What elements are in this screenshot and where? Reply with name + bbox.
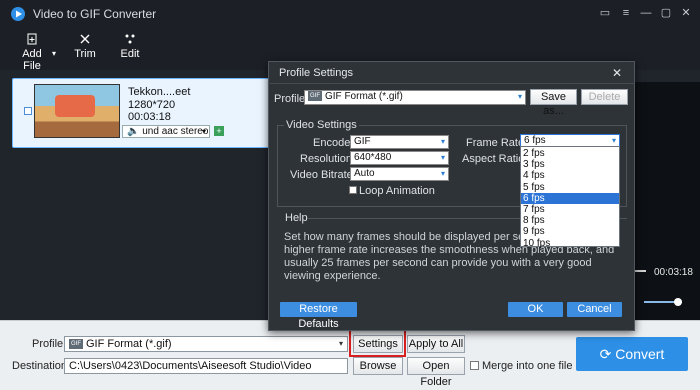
merge-label: Merge into one file [482, 360, 573, 372]
add-file-dropdown-icon[interactable]: ▾ [52, 49, 56, 58]
video-thumbnail[interactable] [34, 84, 120, 138]
edit-label: Edit [120, 48, 140, 60]
fps-option[interactable]: 2 fps [521, 148, 619, 159]
app-logo-icon [11, 7, 25, 21]
encoder-value: GIF [354, 136, 371, 147]
chevron-down-icon: ▾ [440, 169, 445, 178]
dialog-title: Profile Settings [279, 67, 353, 79]
add-file-button[interactable]: Add File [16, 33, 48, 72]
audio-track-value: und aac stereo [142, 126, 209, 137]
fps-option[interactable]: 3 fps [521, 159, 619, 170]
audio-track-select[interactable]: 🔈 und aac stereo ▾ [122, 125, 210, 138]
gif-format-icon: GIF [69, 339, 83, 350]
edit-button[interactable]: Edit [120, 33, 140, 60]
chevron-down-icon: ▾ [440, 137, 445, 146]
browse-button[interactable]: Browse [353, 357, 403, 375]
app-title: Video to GIF Converter [33, 7, 157, 21]
add-audio-button[interactable]: + [214, 126, 224, 136]
cancel-button[interactable]: Cancel [567, 302, 622, 317]
file-duration: 00:03:18 [128, 111, 171, 123]
destination-label: Destination: [12, 360, 71, 372]
speaker-icon: 🔈 [127, 126, 143, 137]
chevron-down-icon: ▾ [201, 127, 206, 136]
file-name: Tekkon....eet [128, 86, 191, 98]
add-file-label: Add File [22, 48, 42, 72]
close-button[interactable]: ✕ [678, 6, 694, 20]
fps-option[interactable]: 10 fps [521, 238, 619, 249]
fps-option[interactable]: 9 fps [521, 226, 619, 237]
save-as-button[interactable]: Save as... [530, 89, 577, 117]
file-checkbox[interactable] [24, 107, 32, 115]
dialog-divider [268, 83, 635, 84]
profile-label: Profile: [32, 338, 67, 350]
add-file-icon [27, 33, 37, 45]
resolution-value: 640*480 [354, 152, 392, 163]
fps-option[interactable]: 8 fps [521, 215, 619, 226]
volume-knob[interactable] [674, 298, 682, 306]
dialog-close-icon[interactable]: ✕ [612, 66, 622, 80]
fps-option[interactable]: 7 fps [521, 204, 619, 215]
restore-defaults-button[interactable]: Restore Defaults [280, 302, 357, 330]
frame-rate-value: 6 fps [524, 135, 546, 146]
chevron-down-icon: ▾ [517, 92, 522, 101]
apply-to-all-button[interactable]: Apply to All [407, 335, 465, 353]
video-settings-heading: Video Settings [284, 119, 359, 131]
video-bitrate-select[interactable]: Auto ▾ [350, 167, 449, 181]
profile-select[interactable]: GIF GIF Format (*.gif) ▾ [64, 336, 348, 352]
convert-icon: ⟳ [599, 346, 616, 362]
ok-button[interactable]: OK [508, 302, 563, 317]
loop-animation-checkbox[interactable] [349, 186, 357, 194]
dialog-profile-select[interactable]: GIF GIF Format (*.gif) ▾ [304, 90, 526, 105]
open-folder-button[interactable]: Open Folder [407, 357, 465, 388]
help-heading: Help [285, 212, 308, 224]
chevron-down-icon: ▾ [440, 153, 445, 162]
trim-button[interactable]: Trim [74, 33, 96, 60]
trim-label: Trim [74, 48, 96, 60]
convert-label: Convert [615, 346, 665, 362]
settings-highlight [349, 328, 406, 357]
minimize-button[interactable]: — [638, 6, 654, 20]
frame-rate-label: Frame Rate: [466, 137, 528, 149]
destination-field[interactable]: C:\Users\0423\Documents\Aiseesoft Studio… [64, 358, 348, 374]
fps-option[interactable]: 6 fps [521, 192, 619, 204]
loop-animation-label: Loop Animation [359, 185, 435, 197]
preview-panel [630, 82, 700, 320]
resolution-select[interactable]: 640*480 ▾ [350, 151, 449, 165]
delete-button[interactable]: Delete [581, 89, 628, 105]
merge-checkbox[interactable] [470, 361, 479, 370]
profile-value: GIF Format (*.gif) [86, 338, 172, 350]
gif-format-icon: GIF [308, 91, 322, 102]
frame-rate-dropdown: 2 fps 3 fps 4 fps 5 fps 6 fps 7 fps 8 fps 9 fps… [520, 146, 620, 249]
edit-icon [125, 34, 135, 44]
chevron-down-icon: ▾ [338, 339, 343, 348]
feedback-icon[interactable]: ▭ [597, 6, 613, 20]
video-bitrate-value: Auto [354, 168, 375, 179]
maximize-button[interactable]: ▢ [658, 6, 674, 20]
fps-option[interactable]: 5 fps [521, 182, 619, 193]
aspect-ratio-label: Aspect Ratio: [462, 153, 528, 165]
encoder-select[interactable]: GIF ▾ [350, 135, 449, 149]
menu-icon[interactable]: ≡ [618, 6, 634, 20]
scissors-icon [80, 34, 90, 44]
file-resolution: 1280*720 [128, 99, 176, 111]
fps-option[interactable]: 4 fps [521, 170, 619, 181]
resolution-label: Resolution: [300, 153, 356, 165]
dialog-profile-value: GIF Format (*.gif) [325, 91, 403, 102]
preview-time: 00:03:18 [654, 267, 693, 278]
video-bitrate-label: Video Bitrate: [290, 169, 356, 181]
convert-button[interactable]: ⟳ Convert [576, 337, 688, 371]
